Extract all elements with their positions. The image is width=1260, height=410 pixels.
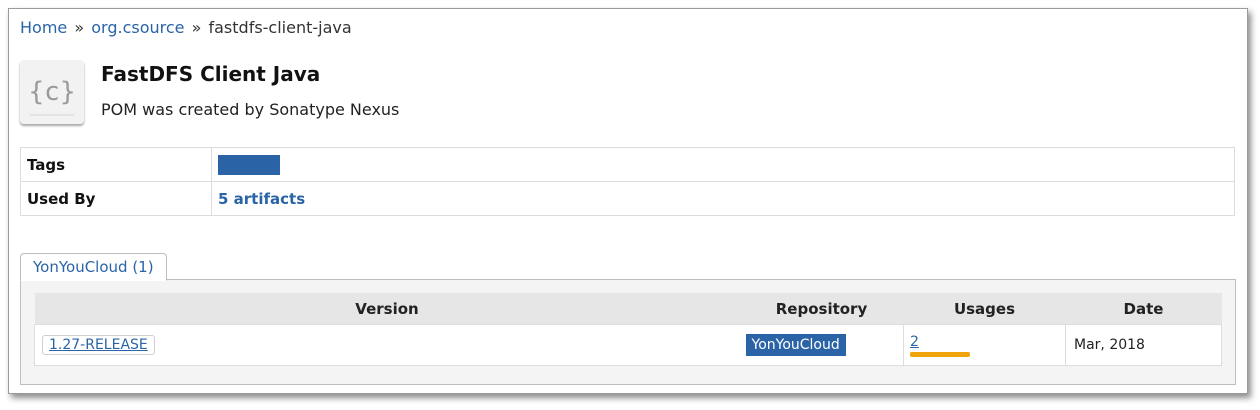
column-header-usages: Usages: [903, 293, 1066, 325]
tab-yonyoucloud[interactable]: YonYouCloud (1): [20, 253, 167, 281]
repository-badge[interactable]: YonYouCloud: [745, 334, 846, 356]
tag-client[interactable]: client: [218, 154, 281, 175]
artifact-info-table: Tags client Used By 5 artifacts: [20, 147, 1235, 216]
used-by-label: Used By: [20, 181, 212, 216]
logo-text: {c}: [28, 77, 76, 107]
breadcrumb-group-link[interactable]: org.csource: [91, 18, 184, 37]
breadcrumb-home-link[interactable]: Home: [20, 18, 67, 37]
breadcrumb-current: fastdfs-client-java: [208, 18, 352, 37]
breadcrumb-separator: »: [191, 18, 202, 37]
page-frame: Home » org.csource » fastdfs-client-java…: [8, 8, 1248, 394]
versions-panel: Version Repository Usages Date 1.27-RELE…: [20, 279, 1236, 385]
version-link[interactable]: 1.27-RELEASE: [42, 335, 155, 355]
page-subtitle: POM was created by Sonatype Nexus: [101, 100, 400, 119]
used-by-link[interactable]: 5 artifacts: [218, 190, 305, 208]
versions-header-row: Version Repository Usages Date: [34, 293, 1222, 325]
artifact-logo-icon: {c}: [20, 60, 84, 124]
breadcrumb: Home » org.csource » fastdfs-client-java: [20, 18, 352, 37]
page-title: FastDFS Client Java: [101, 62, 321, 86]
column-header-version: Version: [34, 293, 740, 325]
tags-cell: client: [211, 147, 1235, 182]
usage-bar: [910, 351, 970, 357]
tags-row: Tags client: [20, 147, 1235, 182]
column-header-repository: Repository: [739, 293, 904, 325]
repository-cell: YonYouCloud: [739, 324, 904, 366]
logo-underline: [30, 114, 74, 116]
breadcrumb-separator: »: [74, 18, 85, 37]
table-row: 1.27-RELEASE YonYouCloud 2 Mar, 2018: [34, 324, 1222, 366]
usages-link[interactable]: 2: [910, 334, 919, 350]
version-cell: 1.27-RELEASE: [34, 324, 740, 366]
used-by-cell: 5 artifacts: [211, 181, 1235, 216]
column-header-date: Date: [1065, 293, 1222, 325]
used-by-row: Used By 5 artifacts: [20, 181, 1235, 216]
versions-table: Version Repository Usages Date 1.27-RELE…: [34, 293, 1222, 366]
tags-label: Tags: [20, 147, 212, 182]
usages-cell: 2: [903, 324, 1066, 366]
date-cell: Mar, 2018: [1065, 324, 1222, 366]
